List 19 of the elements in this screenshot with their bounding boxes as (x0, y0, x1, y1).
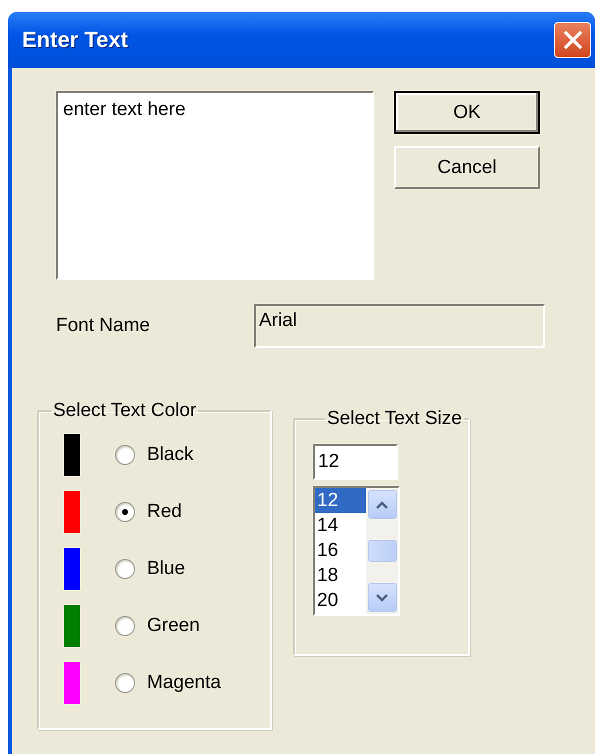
cancel-button[interactable]: Cancel (394, 146, 540, 189)
list-item[interactable]: 16 (315, 538, 366, 563)
font-name-label: Font Name (56, 315, 151, 337)
radio-label[interactable]: Green (147, 614, 200, 636)
list-item[interactable]: 20 (315, 588, 366, 613)
group-title: Select Text Color (52, 400, 198, 422)
group-title: Select Text Size (326, 408, 463, 430)
font-name-field[interactable]: Arial (254, 304, 545, 348)
window-title: Enter Text (22, 27, 128, 53)
radio-label[interactable]: Blue (147, 558, 186, 580)
size-input-field[interactable]: 12 (313, 444, 398, 480)
radio-label[interactable]: Black (147, 444, 194, 466)
list-item[interactable]: 12 (315, 488, 366, 513)
ok-button[interactable]: OK (394, 91, 540, 134)
radio-label[interactable]: Red (147, 500, 182, 522)
list-item[interactable]: 18 (315, 563, 366, 588)
text-input-area[interactable]: enter text here (56, 91, 374, 280)
radio-label[interactable]: Magenta (147, 672, 221, 694)
list-item[interactable]: 14 (315, 513, 366, 538)
